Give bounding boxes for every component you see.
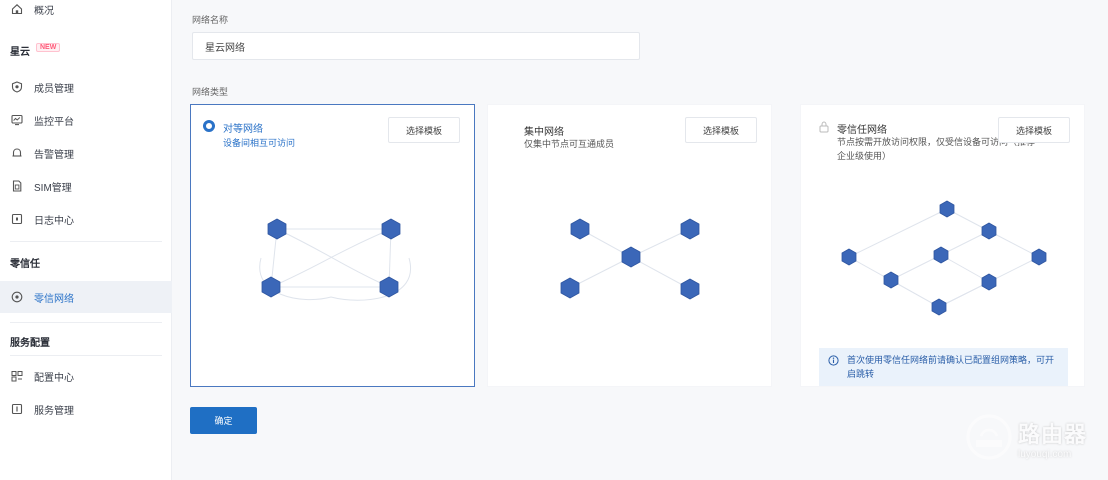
sidebar-item-label: 告警管理: [34, 149, 74, 161]
zero-trust-topology-diagram: [841, 200, 1047, 316]
card-desc: 仅集中节点可互通成员: [524, 139, 615, 149]
centralized-topology-diagram: [560, 218, 700, 300]
sidebar-item-label: 成员管理: [34, 83, 74, 95]
watermark-title: 路由器: [1018, 422, 1088, 447]
notice-text: 首次使用零信任网络前请确认已配置组网策略，可开启跳转: [847, 355, 1055, 379]
sidebar-group-service-config: 服务配置: [10, 338, 50, 349]
router-logo-icon: [966, 414, 1012, 463]
sidebar-item-label: 日志中心: [34, 215, 74, 227]
sidebar-item-label: 配置中心: [34, 372, 74, 384]
sim-icon: [10, 179, 24, 193]
radio-peer[interactable]: [203, 120, 215, 132]
network-name-value: 星云网络: [205, 42, 245, 54]
sidebar-group-zero-trust: 零信任: [10, 259, 40, 270]
sidebar-item-label: SIM管理: [34, 182, 72, 194]
network-type-card-zero-trust[interactable]: 零信任网络 节点按需开放访问权限，仅受信设备可访问（推荐企业级使用） 选择模板: [800, 104, 1085, 387]
network-name-input[interactable]: 星云网络: [192, 32, 640, 60]
sidebar-divider: [10, 241, 162, 242]
sidebar-group-xingyun: 星云 NEW: [10, 43, 61, 58]
card-title: 集中网络: [524, 127, 564, 138]
card-title: 零信任网络: [837, 125, 887, 136]
card-desc: 设备间相互可访问: [223, 138, 296, 148]
network-type-card-centralized[interactable]: 集中网络 仅集中节点可互通成员 选择模板: [487, 104, 772, 387]
sidebar-item-monitor[interactable]: 监控平台: [0, 105, 172, 135]
config-icon: [10, 369, 24, 383]
sidebar-item-alerts[interactable]: 告警管理: [0, 138, 172, 168]
select-template-button[interactable]: 选择模板: [388, 117, 460, 143]
lock-icon: [819, 121, 829, 136]
main-content: 网络名称 星云网络 网络类型 对等网络 设备间相互可访问 选择模板 集中网络 仅…: [172, 0, 1108, 480]
monitor-icon: [10, 113, 24, 127]
network-type-card-peer[interactable]: 对等网络 设备间相互可访问 选择模板: [190, 104, 475, 387]
watermark: 路由器 luyouqi.com: [966, 414, 1087, 463]
home-icon: [10, 2, 24, 16]
network-type-label: 网络类型: [192, 87, 229, 97]
sidebar-item-label: 服务管理: [34, 405, 74, 417]
info-icon: [828, 355, 839, 370]
new-badge: NEW: [36, 43, 61, 52]
sidebar-item-label: 监控平台: [34, 116, 74, 128]
sidebar-item-logs[interactable]: 日志中心: [0, 204, 172, 234]
sidebar-item-overview[interactable]: 概况: [0, 0, 172, 24]
sidebar-divider: [10, 355, 162, 356]
sidebar-item-label: 概况: [34, 5, 54, 17]
service-icon: [10, 402, 24, 416]
sidebar-item-sim[interactable]: SIM管理: [0, 171, 172, 201]
network-icon: [10, 290, 24, 304]
sidebar-item-service-mgmt[interactable]: 服务管理: [0, 394, 172, 424]
sidebar: 概况 星云NEW 成员管理 监控平台 告警管理 SIM管理 日志中心 零信任: [0, 0, 172, 480]
peer-topology-diagram: [259, 218, 412, 301]
shield-icon: [10, 80, 24, 94]
sidebar-item-label: 零信网络: [34, 293, 74, 305]
sidebar-item-members[interactable]: 成员管理: [0, 72, 172, 102]
select-template-button[interactable]: 选择模板: [685, 117, 757, 143]
select-template-button[interactable]: 选择模板: [998, 117, 1070, 143]
bell-icon: [10, 146, 24, 160]
log-icon: [10, 212, 24, 226]
sidebar-item-zero-trust-network[interactable]: 零信网络: [0, 281, 172, 313]
network-name-label: 网络名称: [192, 15, 229, 25]
sidebar-item-config-center[interactable]: 配置中心: [0, 361, 172, 391]
sidebar-divider: [10, 322, 162, 323]
watermark-subtitle: luyouqi.com: [1018, 449, 1072, 460]
confirm-button[interactable]: 确定: [190, 407, 257, 434]
card-title: 对等网络: [223, 124, 263, 135]
zero-trust-notice: 首次使用零信任网络前请确认已配置组网策略，可开启跳转: [819, 348, 1068, 386]
